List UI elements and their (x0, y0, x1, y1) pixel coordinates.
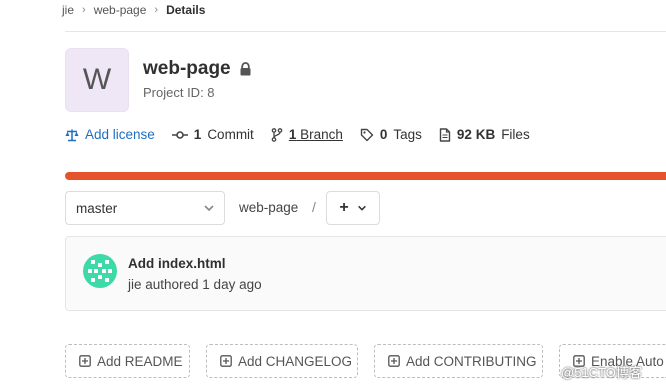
breadcrumb-item-namespace[interactable]: jie (62, 3, 74, 17)
tag-icon (360, 128, 374, 141)
tags-link[interactable]: 0 Tags (360, 127, 422, 142)
branch-icon (271, 127, 283, 142)
project-avatar: W (65, 48, 129, 112)
breadcrumb: jie › web-page › Details (62, 2, 205, 18)
branch-selector[interactable]: master (65, 191, 225, 225)
add-license-link[interactable]: Add license (65, 127, 155, 142)
chevron-right-icon: › (82, 4, 86, 16)
author-identicon-avatar[interactable] (82, 253, 118, 289)
commits-count: 1 (193, 127, 202, 142)
add-readme-button[interactable]: Add README (65, 344, 190, 378)
add-to-tree-dropdown[interactable]: + (326, 191, 380, 225)
chevron-down-icon (204, 205, 214, 212)
add-changelog-label: Add CHANGELOG (238, 353, 353, 369)
watermark: @51CTO博客 (561, 365, 642, 380)
plus-square-icon (388, 355, 400, 367)
add-contributing-button[interactable]: Add CONTRIBUTING (374, 344, 543, 378)
project-stats: Add license 1 Commit 1 Branch 0 Tags 92 … (65, 127, 547, 142)
plus-square-icon (79, 355, 91, 367)
branches-link[interactable]: 1 Branch (271, 127, 343, 142)
add-changelog-button[interactable]: Add CHANGELOG (206, 344, 358, 378)
plus-square-icon (220, 355, 232, 367)
files-label: Files (501, 127, 530, 142)
commit-icon (171, 130, 188, 139)
files-size: 92 KB (456, 127, 496, 142)
branches-count: 1 (288, 127, 297, 142)
branch-selector-value: master (76, 200, 118, 216)
repository-language-bar (65, 172, 666, 180)
commit-message-link[interactable]: Add index.html (128, 256, 226, 271)
file-icon (439, 127, 451, 142)
scale-icon (65, 129, 79, 141)
project-avatar-letter: W (82, 63, 112, 96)
add-readme-label: Add README (97, 353, 183, 369)
tags-count: 0 (379, 127, 388, 142)
breadcrumb-item-project[interactable]: web-page (94, 3, 147, 17)
project-id: Project ID: 8 (143, 85, 215, 100)
add-license-label: Add license (85, 127, 155, 142)
commits-link[interactable]: 1 Commit (171, 127, 254, 142)
add-contributing-label: Add CONTRIBUTING (406, 353, 537, 369)
chevron-right-icon: › (154, 4, 159, 16)
branches-label: Branch (300, 127, 343, 142)
header-divider (65, 31, 666, 32)
plus-icon: + (339, 199, 349, 216)
path-separator: / (312, 199, 316, 215)
breadcrumb-item-current[interactable]: Details (166, 3, 205, 17)
commit-author-meta: jie authored 1 day ago (128, 277, 262, 292)
last-commit-panel: Add index.html jie authored 1 day ago (65, 236, 666, 311)
project-title: web-page (143, 58, 252, 80)
chevron-down-icon (357, 205, 366, 211)
project-name: web-page (143, 58, 231, 79)
lock-icon (240, 62, 251, 76)
commits-label: Commit (207, 127, 254, 142)
breadcrumb-path[interactable]: web-page (239, 200, 298, 215)
tags-label: Tags (393, 127, 422, 142)
files-link[interactable]: 92 KB Files (439, 127, 530, 142)
